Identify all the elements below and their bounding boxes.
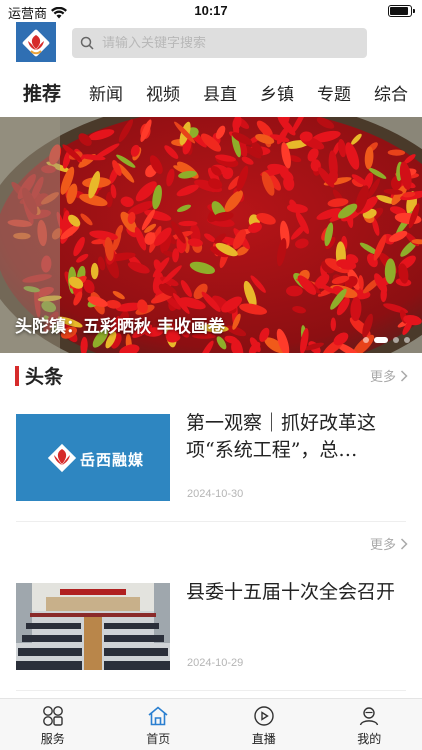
thumbnail-text: 岳西融媒 bbox=[80, 451, 145, 469]
carousel-dots bbox=[363, 337, 410, 343]
logo-flower-icon bbox=[22, 29, 50, 57]
banner-carousel[interactable]: 头陀镇：五彩晒秋 丰收画卷 bbox=[0, 117, 422, 353]
nav-live[interactable]: 直播 bbox=[211, 699, 317, 750]
profile-icon bbox=[360, 707, 379, 726]
pepper-shape bbox=[90, 262, 99, 280]
news-date: 2024-10-29 bbox=[187, 657, 244, 669]
more-link[interactable]: 更多 bbox=[370, 534, 408, 553]
nav-label: 我的 bbox=[357, 732, 382, 746]
pepper-shape bbox=[330, 317, 336, 332]
carousel-dot-active[interactable] bbox=[374, 337, 388, 343]
more-link[interactable]: 更多 bbox=[370, 366, 408, 385]
tab-news[interactable]: 新闻 bbox=[89, 80, 123, 105]
category-tabs: 推荐 新闻 视频 县直 乡镇 专题 综合 bbox=[0, 72, 422, 112]
divider bbox=[16, 690, 406, 691]
tab-township[interactable]: 乡镇 bbox=[260, 80, 294, 105]
tab-video[interactable]: 视频 bbox=[146, 80, 180, 105]
carousel-dot[interactable] bbox=[363, 337, 369, 343]
news-date: 2024-10-30 bbox=[187, 488, 244, 500]
news-title: 第一观察｜抓好改革这项“系统工程”，总… bbox=[186, 412, 377, 461]
carousel-dot[interactable] bbox=[393, 337, 399, 343]
nav-home[interactable]: 首页 bbox=[106, 699, 212, 750]
chevron-right-icon bbox=[400, 369, 408, 382]
nav-service[interactable]: 服务 bbox=[0, 699, 106, 750]
search-icon bbox=[80, 36, 94, 50]
nav-label: 服务 bbox=[40, 732, 65, 746]
tab-recommend[interactable]: 推荐 bbox=[23, 79, 61, 106]
tab-general[interactable]: 综合 bbox=[374, 80, 408, 105]
more-label: 更多 bbox=[369, 370, 396, 385]
nav-label: 直播 bbox=[251, 732, 276, 746]
more-label: 更多 bbox=[369, 538, 396, 553]
section-accent-bar bbox=[15, 366, 19, 386]
headline-section-header: 头条 更多 bbox=[0, 362, 422, 390]
status-bar: 运营商 10:17 bbox=[0, 0, 422, 22]
clock: 10:17 bbox=[194, 3, 228, 18]
nav-profile[interactable]: 我的 bbox=[317, 699, 422, 750]
meeting-hall-image bbox=[16, 583, 170, 670]
live-icon bbox=[254, 706, 274, 726]
nav-label: 首页 bbox=[146, 732, 171, 746]
news-title: 县委十五届十次全会召开 bbox=[186, 581, 396, 603]
grid-icon bbox=[42, 706, 63, 726]
home-icon bbox=[148, 706, 168, 726]
news-item[interactable]: 岳西融媒 第一观察｜抓好改革这项“系统工程”，总… 2024-10-30 bbox=[16, 412, 406, 524]
carousel-dot[interactable] bbox=[404, 337, 410, 343]
tab-county[interactable]: 县直 bbox=[203, 80, 237, 105]
header bbox=[0, 22, 422, 66]
battery-icon bbox=[388, 5, 415, 17]
chevron-right-icon bbox=[400, 537, 408, 550]
app-logo[interactable] bbox=[16, 22, 56, 62]
news-thumbnail: 岳西融媒 bbox=[16, 414, 170, 501]
banner-caption: 头陀镇：五彩晒秋 丰收画卷 bbox=[15, 317, 225, 337]
search-bar[interactable] bbox=[72, 28, 367, 58]
tab-special[interactable]: 专题 bbox=[317, 80, 351, 105]
news-thumbnail bbox=[16, 583, 170, 670]
search-input[interactable] bbox=[102, 35, 342, 51]
news-item[interactable]: 县委十五届十次全会召开 2024-10-29 bbox=[16, 581, 406, 693]
section-title: 头条 bbox=[25, 366, 64, 388]
bottom-navigation: 服务 首页 直播 我的 bbox=[0, 698, 422, 750]
divider bbox=[16, 521, 406, 522]
